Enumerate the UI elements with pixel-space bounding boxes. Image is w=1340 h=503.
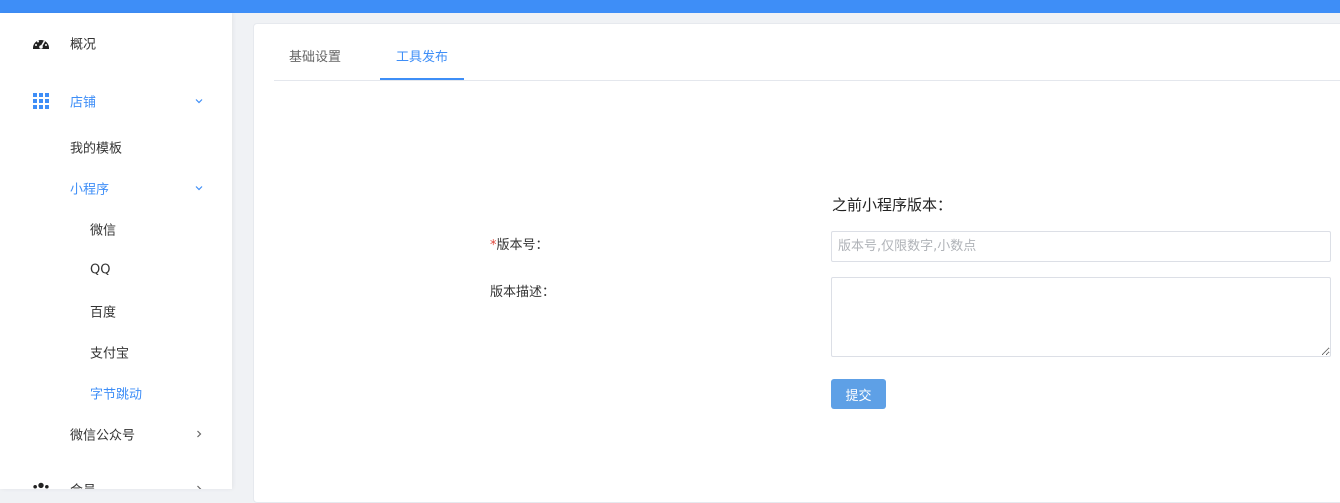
tab-basic-settings[interactable]: 基础设置 (289, 24, 341, 81)
sidebar-item-my-templates[interactable]: 我的模板 (0, 127, 232, 167)
main-panel: 基础设置 工具发布 之前小程序版本： *版本号： 版本描述： 提交 (253, 23, 1340, 503)
previous-version-label: 之前小程序版本： (832, 196, 953, 214)
chevron-down-icon (195, 186, 203, 191)
sidebar-item-label: 店铺 (70, 95, 97, 111)
sidebar: 概况 店铺 我的模板 小程序 微信 QQ 百度 支付宝 字节跳动 微信公众号 (0, 13, 232, 489)
chevron-down-icon (195, 99, 203, 104)
version-description-textarea[interactable] (831, 277, 1331, 357)
sidebar-item-baidu[interactable]: 百度 (0, 291, 232, 331)
sidebar-item-label: 会员 (70, 480, 96, 490)
version-description-label: 版本描述： (490, 285, 556, 300)
sidebar-item-alipay[interactable]: 支付宝 (0, 332, 232, 372)
sidebar-item-label: 微信 (90, 223, 117, 239)
sidebar-item-label: 概况 (70, 37, 97, 53)
sidebar-item-overview[interactable]: 概况 (0, 23, 232, 63)
sidebar-item-store[interactable]: 店铺 (0, 81, 232, 121)
sidebar-item-label: 支付宝 (90, 346, 130, 362)
sidebar-item-label: 百度 (90, 305, 117, 321)
dashboard-icon (32, 34, 50, 52)
sidebar-item-label: 微信公众号 (70, 428, 136, 444)
users-icon (32, 480, 50, 489)
chevron-right-icon (197, 430, 202, 438)
grid-icon (32, 92, 50, 110)
sidebar-item-mini-program[interactable]: 小程序 (0, 168, 232, 208)
tab-active-indicator (380, 78, 464, 80)
sidebar-item-qq[interactable]: QQ (0, 250, 232, 290)
sidebar-item-bytedance[interactable]: 字节跳动 (0, 373, 232, 413)
sidebar-item-label: 小程序 (70, 182, 110, 198)
sidebar-item-label: 我的模板 (70, 141, 123, 157)
version-number-input[interactable] (831, 231, 1331, 262)
top-header-bar (0, 0, 1340, 13)
sidebar-item-members[interactable]: 会员 (0, 469, 232, 489)
tab-tool-publish[interactable]: 工具发布 (396, 24, 448, 81)
tab-bar: 基础设置 工具发布 (274, 24, 1340, 81)
sidebar-item-wechat[interactable]: 微信 (0, 209, 232, 249)
submit-button[interactable]: 提交 (831, 379, 886, 409)
chevron-right-icon (197, 485, 202, 489)
sidebar-item-label: 字节跳动 (90, 387, 143, 403)
version-number-label: *版本号： (490, 238, 549, 253)
sidebar-item-wechat-official[interactable]: 微信公众号 (0, 414, 232, 454)
sidebar-item-label: QQ (90, 262, 111, 278)
